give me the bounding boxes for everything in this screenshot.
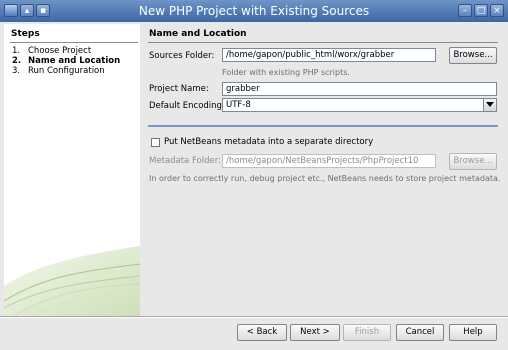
maximize-icon[interactable]: □	[474, 4, 488, 17]
sources-folder-label: Sources Folder:	[149, 51, 215, 61]
default-encoding-select[interactable]: UTF-8	[222, 98, 497, 112]
step-name-and-location: 2. Name and Location	[12, 56, 120, 66]
metadata-folder-field[interactable]: /home/gapon/NetBeansProjects/PhpProject1…	[222, 154, 436, 168]
finish-button[interactable]: Finish	[343, 324, 391, 341]
step-label: Run Configuration	[28, 66, 105, 76]
metadata-browse-button[interactable]: Browse...	[449, 153, 497, 170]
sources-folder-field[interactable]: /home/gapon/public_html/worx/grabber	[222, 48, 436, 62]
footer-divider-highlight	[0, 317, 508, 318]
window-title: New PHP Project with Existing Sources	[138, 4, 370, 18]
title-bar: ▴ ▪ New PHP Project with Existing Source…	[0, 0, 508, 22]
step-number: 1.	[12, 46, 21, 56]
steps-heading: Steps	[11, 29, 40, 39]
dialog-window: ▴ ▪ New PHP Project with Existing Source…	[0, 0, 508, 350]
metadata-hint: In order to correctly run, debug project…	[149, 174, 501, 183]
encoding-value: UTF-8	[226, 100, 251, 110]
steps-divider	[10, 42, 138, 43]
close-icon[interactable]: ×	[490, 4, 504, 17]
steps-panel: Steps 1. Choose Project 2. Name and Locati…	[4, 24, 140, 316]
help-button[interactable]: Help	[449, 324, 497, 341]
step-run-configuration: 3. Run Configuration	[12, 66, 105, 76]
sources-browse-button[interactable]: Browse...	[449, 47, 497, 64]
decorative-swoosh-graphic	[4, 246, 140, 316]
metadata-checkbox-label[interactable]: Put NetBeans metadata into a separate di…	[164, 137, 373, 147]
step-choose-project: 1. Choose Project	[12, 46, 91, 56]
section-divider	[148, 42, 498, 43]
sources-hint: Folder with existing PHP scripts.	[222, 68, 350, 77]
minimize-icon[interactable]: –	[458, 4, 472, 17]
horizontal-divider	[148, 125, 498, 127]
step-label: Choose Project	[28, 46, 92, 56]
cancel-button[interactable]: Cancel	[396, 324, 444, 341]
step-number: 3.	[12, 66, 21, 76]
project-name-label: Project Name:	[149, 84, 209, 94]
project-name-field[interactable]: grabber	[222, 82, 497, 96]
back-button[interactable]: < Back	[237, 324, 287, 341]
metadata-folder-label: Metadata Folder:	[149, 156, 221, 166]
metadata-checkbox[interactable]	[151, 138, 160, 147]
step-number: 2.	[12, 56, 22, 66]
next-button[interactable]: Next >	[290, 324, 340, 341]
section-title: Name and Location	[149, 29, 247, 39]
default-encoding-label: Default Encoding:	[149, 101, 225, 111]
chevron-down-icon[interactable]	[483, 99, 496, 111]
step-label: Name and Location	[28, 56, 121, 66]
content-panel: Name and Location Sources Folder: /home/…	[142, 24, 504, 316]
title-bar-right-controls: – □ ×	[458, 4, 504, 17]
